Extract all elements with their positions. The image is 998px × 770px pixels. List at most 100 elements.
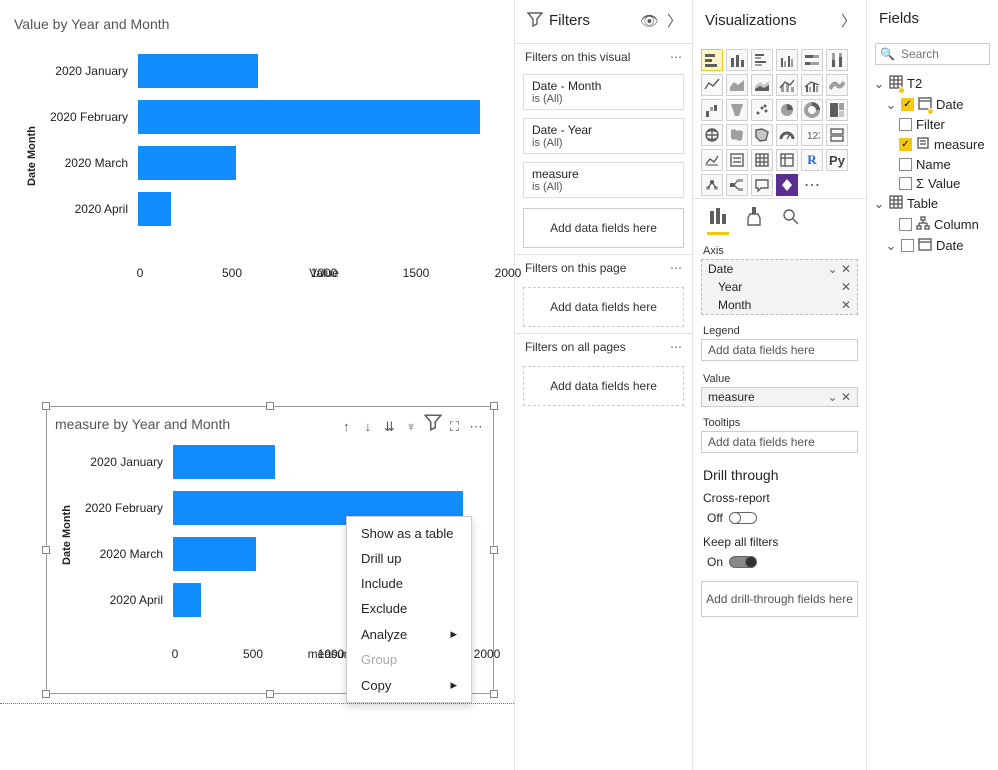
drillthrough-drop[interactable]: Add drill-through fields here [701,581,858,617]
format-tab-bar[interactable] [693,198,866,239]
bar[interactable] [138,146,236,180]
drill-up-icon[interactable]: ↑ [337,419,355,434]
eye-icon[interactable]: 👁 [640,12,659,30]
viz-waterfall-icon[interactable] [701,99,723,121]
filter-card[interactable]: Date - Yearis (All) [523,118,684,154]
field-item-measure[interactable]: measure [873,134,992,155]
legend-well[interactable]: Add data fields here [701,339,858,361]
viz-pie-icon[interactable] [776,99,798,121]
chevron-down-icon[interactable]: ⌄ [828,262,838,276]
field-item-date[interactable]: ⌄Date [873,94,992,115]
viz-r-visual-icon[interactable]: R [801,149,823,171]
filter-icon[interactable] [424,413,442,434]
bar[interactable] [173,537,256,571]
more-options-icon[interactable]: ⋯ [467,419,485,435]
viz-table-icon[interactable] [751,149,773,171]
visual-value-by-year-month[interactable]: Value by Year and Month Date Month 2020 … [10,16,508,306]
viz-treemap-icon[interactable] [826,99,848,121]
viz-multi-row-card-icon[interactable] [826,124,848,146]
axis-well[interactable]: Date⌄ ✕ Year✕ Month✕ [701,259,858,315]
viz-ribbon-icon[interactable] [826,74,848,96]
remove-icon[interactable]: ✕ [841,390,851,404]
viz-line-clustered-column-icon[interactable] [801,74,823,96]
expand-all-icon[interactable]: ♆ [402,419,420,434]
bar[interactable] [173,445,275,479]
table-node[interactable]: ⌄ Table [873,193,992,214]
viz-clustered-bar-icon[interactable] [751,49,773,71]
filter-drop-target[interactable]: Add data fields here [523,366,684,406]
viz-map-icon[interactable] [701,124,723,146]
expand-next-level-icon[interactable]: ⇊ [381,419,399,435]
chevron-down-icon[interactable]: ⌄ [873,76,885,92]
fields-search[interactable]: 🔍 [875,43,990,65]
focus-mode-icon[interactable]: ⛶ [445,419,463,435]
menu-drill-up[interactable]: Drill up [347,546,471,571]
analytics-tab-icon[interactable] [779,205,801,235]
tooltips-well[interactable]: Add data fields here [701,431,858,453]
collapse-pane-icon[interactable]: 〉 [667,10,682,31]
field-item-column[interactable]: Column [873,214,992,235]
viz-stacked-bar-icon[interactable] [701,49,723,71]
menu-show-as-table[interactable]: Show as a table [347,521,471,546]
viz-100-stacked-column-icon[interactable] [826,49,848,71]
viz-area-icon[interactable] [726,74,748,96]
field-item-filter[interactable]: Filter [873,115,992,134]
bar[interactable] [138,100,480,134]
field-item-value[interactable]: ΣValue [873,174,992,193]
viz-python-visual-icon[interactable]: Py [826,149,848,171]
checkbox[interactable] [901,239,914,252]
table-node[interactable]: ⌄ T2 [873,73,992,94]
more-icon[interactable]: ⋯ [670,340,682,354]
viz-powerapps-icon[interactable] [776,174,798,196]
search-input[interactable] [899,46,979,62]
bar[interactable] [138,192,171,226]
viz-kpi-icon[interactable] [701,149,723,171]
chevron-down-icon[interactable]: ⌄ [873,196,885,212]
report-canvas[interactable]: Value by Year and Month Date Month 2020 … [0,0,514,770]
checkbox[interactable] [899,177,912,190]
viz-line-icon[interactable] [701,74,723,96]
checkbox[interactable] [899,118,912,131]
keep-filters-toggle[interactable]: On [707,555,866,569]
filters-pane[interactable]: Filters 👁 〉 Filters on this visual ⋯ Dat… [514,0,692,770]
viz-decomposition-tree-icon[interactable] [726,174,748,196]
drill-down-icon[interactable]: ↓ [359,419,377,434]
viz-qna-icon[interactable] [751,174,773,196]
filter-card[interactable]: measureis (All) [523,162,684,198]
remove-icon[interactable]: ✕ [841,280,851,294]
field-item-date2[interactable]: ⌄Date [873,235,992,256]
filter-card[interactable]: Date - Monthis (All) [523,74,684,110]
filter-drop-target[interactable]: Add data fields here [523,287,684,327]
viz-clustered-column-icon[interactable] [776,49,798,71]
viz-funnel-icon[interactable] [726,99,748,121]
filter-drop-target[interactable]: Add data fields here [523,208,684,248]
bar[interactable] [138,54,258,88]
viz-matrix-icon[interactable] [776,149,798,171]
viz-key-influencers-icon[interactable] [701,174,723,196]
menu-analyze[interactable]: Analyze▸ [347,621,471,647]
visualizations-pane[interactable]: Visualizations 〉 123 R Py [692,0,866,770]
checkbox[interactable] [899,138,912,151]
checkbox[interactable] [901,98,914,111]
cross-report-toggle[interactable]: Off [707,511,866,525]
format-tab-icon[interactable] [743,205,765,235]
fields-pane[interactable]: Fields 🔍 ⌄ T2 ⌄Date Filter measure Name … [866,0,998,770]
remove-icon[interactable]: ✕ [841,298,851,312]
menu-copy[interactable]: Copy▸ [347,672,471,698]
menu-include[interactable]: Include [347,571,471,596]
field-item-name[interactable]: Name [873,155,992,174]
fields-tab-icon[interactable] [707,205,729,235]
more-icon[interactable]: ⋯ [670,261,682,275]
viz-more-icon[interactable]: ⋯ [801,174,823,196]
checkbox[interactable] [899,158,912,171]
context-menu[interactable]: Show as a table Drill up Include Exclude… [346,516,472,703]
bar[interactable] [173,583,201,617]
viz-gauge-icon[interactable] [776,124,798,146]
checkbox[interactable] [899,218,912,231]
field-tree[interactable]: ⌄ T2 ⌄Date Filter measure Name ΣValue ⌄ … [867,73,998,256]
viz-card-icon[interactable]: 123 [801,124,823,146]
viz-line-stacked-column-icon[interactable] [776,74,798,96]
viz-shape-map-icon[interactable] [751,124,773,146]
viz-slicer-icon[interactable] [726,149,748,171]
visualization-gallery[interactable]: 123 R Py ⋯ [693,43,866,198]
